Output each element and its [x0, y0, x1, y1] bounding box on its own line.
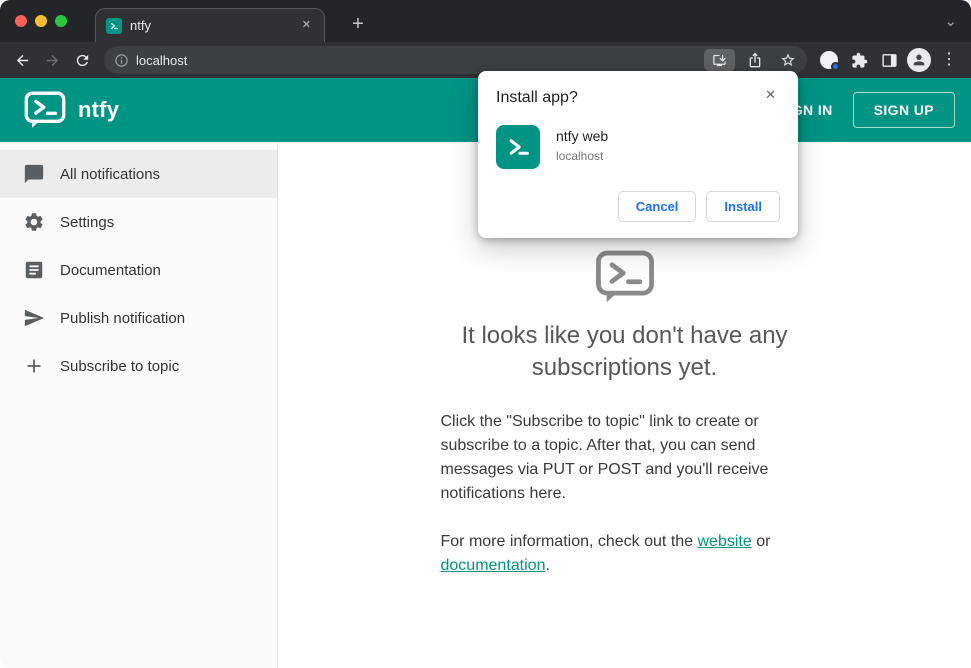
- side-panel-button[interactable]: [875, 46, 903, 74]
- install-button[interactable]: Install: [706, 191, 780, 222]
- sidebar: All notifications Settings Documentation…: [0, 142, 278, 668]
- ntfy-logo-icon: [24, 91, 66, 129]
- share-button[interactable]: [742, 47, 768, 73]
- dialog-close-icon[interactable]: ✕: [761, 85, 780, 104]
- install-dialog: Install app? ✕ ntfy web localhost Cancel…: [478, 71, 798, 238]
- extension-badge: [831, 62, 840, 71]
- empty-state-paragraph: Click the "Subscribe to topic" link to c…: [440, 412, 769, 502]
- browser-window: ntfy ✕ + ⌄ localhost ⋮ ntfy SIGN IN SIGN…: [0, 0, 971, 668]
- forward-button[interactable]: [38, 46, 66, 74]
- window-close-button[interactable]: [15, 15, 27, 27]
- share-icon: [749, 52, 761, 68]
- ntfy-logo-gray-icon: [415, 250, 835, 304]
- ntfy-favicon-icon: [106, 17, 122, 34]
- more-info-suffix: .: [545, 556, 550, 574]
- empty-state-heading: It looks like you don't have any subscri…: [461, 322, 788, 381]
- profile-avatar-button[interactable]: [905, 46, 933, 74]
- install-dialog-header: Install app? ✕: [496, 85, 780, 107]
- sidebar-item-documentation[interactable]: Documentation: [0, 246, 277, 294]
- bookmark-star-button[interactable]: [775, 47, 801, 73]
- more-info-prefix: For more information, check out the: [440, 532, 698, 550]
- browser-tab[interactable]: ntfy ✕: [95, 8, 325, 42]
- browser-titlebar: ntfy ✕ + ⌄: [0, 0, 971, 42]
- brand-title: ntfy: [78, 97, 120, 122]
- address-bar[interactable]: localhost: [104, 46, 807, 74]
- star-icon: [781, 53, 795, 66]
- documentation-link[interactable]: documentation: [441, 557, 546, 574]
- chat-bubble-icon: [24, 164, 44, 184]
- kebab-menu-icon: ⋮: [941, 51, 957, 68]
- reload-button[interactable]: [68, 46, 96, 74]
- install-dialog-app-texts: ntfy web localhost: [556, 125, 608, 163]
- window-zoom-button[interactable]: [55, 15, 67, 27]
- website-link[interactable]: website: [698, 533, 752, 550]
- ntfy-app-icon: [496, 125, 540, 169]
- sidebar-item-label: All notifications: [60, 165, 161, 183]
- extension-shortcut-button[interactable]: [815, 46, 843, 74]
- address-text[interactable]: localhost: [136, 53, 697, 68]
- side-panel-icon: [881, 53, 897, 67]
- plus-icon: [27, 359, 41, 373]
- tab-title: ntfy: [130, 18, 151, 33]
- install-dialog-actions: Cancel Install: [496, 191, 780, 222]
- more-info-middle: or: [751, 532, 771, 550]
- sidebar-item-label: Subscribe to topic: [60, 357, 180, 375]
- header-actions: SIGN IN SIGN UP: [772, 92, 955, 128]
- extension-icon: [820, 51, 840, 71]
- site-info-icon[interactable]: [114, 53, 129, 68]
- article-icon: [25, 261, 43, 279]
- send-icon: [24, 309, 45, 327]
- sidebar-item-label: Documentation: [60, 261, 161, 279]
- gear-icon: [25, 213, 43, 231]
- reload-icon: [76, 54, 88, 66]
- install-dialog-title: Install app?: [496, 89, 578, 106]
- tab-close-icon[interactable]: ✕: [299, 17, 314, 34]
- sign-up-button[interactable]: SIGN UP: [852, 92, 955, 128]
- tab-search-chevron-icon[interactable]: ⌄: [944, 0, 957, 42]
- traffic-lights: [0, 15, 67, 27]
- install-app-icon: [713, 54, 726, 66]
- avatar-icon: [907, 48, 931, 72]
- window-minimize-button[interactable]: [35, 15, 47, 27]
- forward-arrow-icon: [46, 54, 58, 66]
- sidebar-item-label: Publish notification: [60, 309, 186, 327]
- puzzle-icon: [851, 52, 867, 68]
- back-arrow-icon: [16, 54, 28, 66]
- sidebar-item-subscribe-to-topic[interactable]: Subscribe to topic: [0, 342, 277, 390]
- app-origin: localhost: [556, 149, 604, 163]
- browser-menu-button[interactable]: ⋮: [935, 46, 963, 74]
- new-tab-button[interactable]: +: [344, 10, 372, 38]
- back-button[interactable]: [8, 46, 36, 74]
- extensions-menu-button[interactable]: [845, 46, 873, 74]
- app-name: ntfy web: [556, 128, 609, 144]
- empty-state: It looks like you don't have any subscri…: [415, 250, 835, 668]
- sidebar-item-label: Settings: [60, 213, 115, 231]
- sidebar-item-all-notifications[interactable]: All notifications: [0, 150, 277, 198]
- install-dialog-app-row: ntfy web localhost: [496, 125, 780, 169]
- sidebar-item-settings[interactable]: Settings: [0, 198, 277, 246]
- install-app-button[interactable]: [704, 49, 735, 71]
- sidebar-item-publish-notification[interactable]: Publish notification: [0, 294, 277, 342]
- cancel-button[interactable]: Cancel: [617, 191, 697, 222]
- more-info-paragraph: For more information, check out the webs…: [441, 530, 809, 578]
